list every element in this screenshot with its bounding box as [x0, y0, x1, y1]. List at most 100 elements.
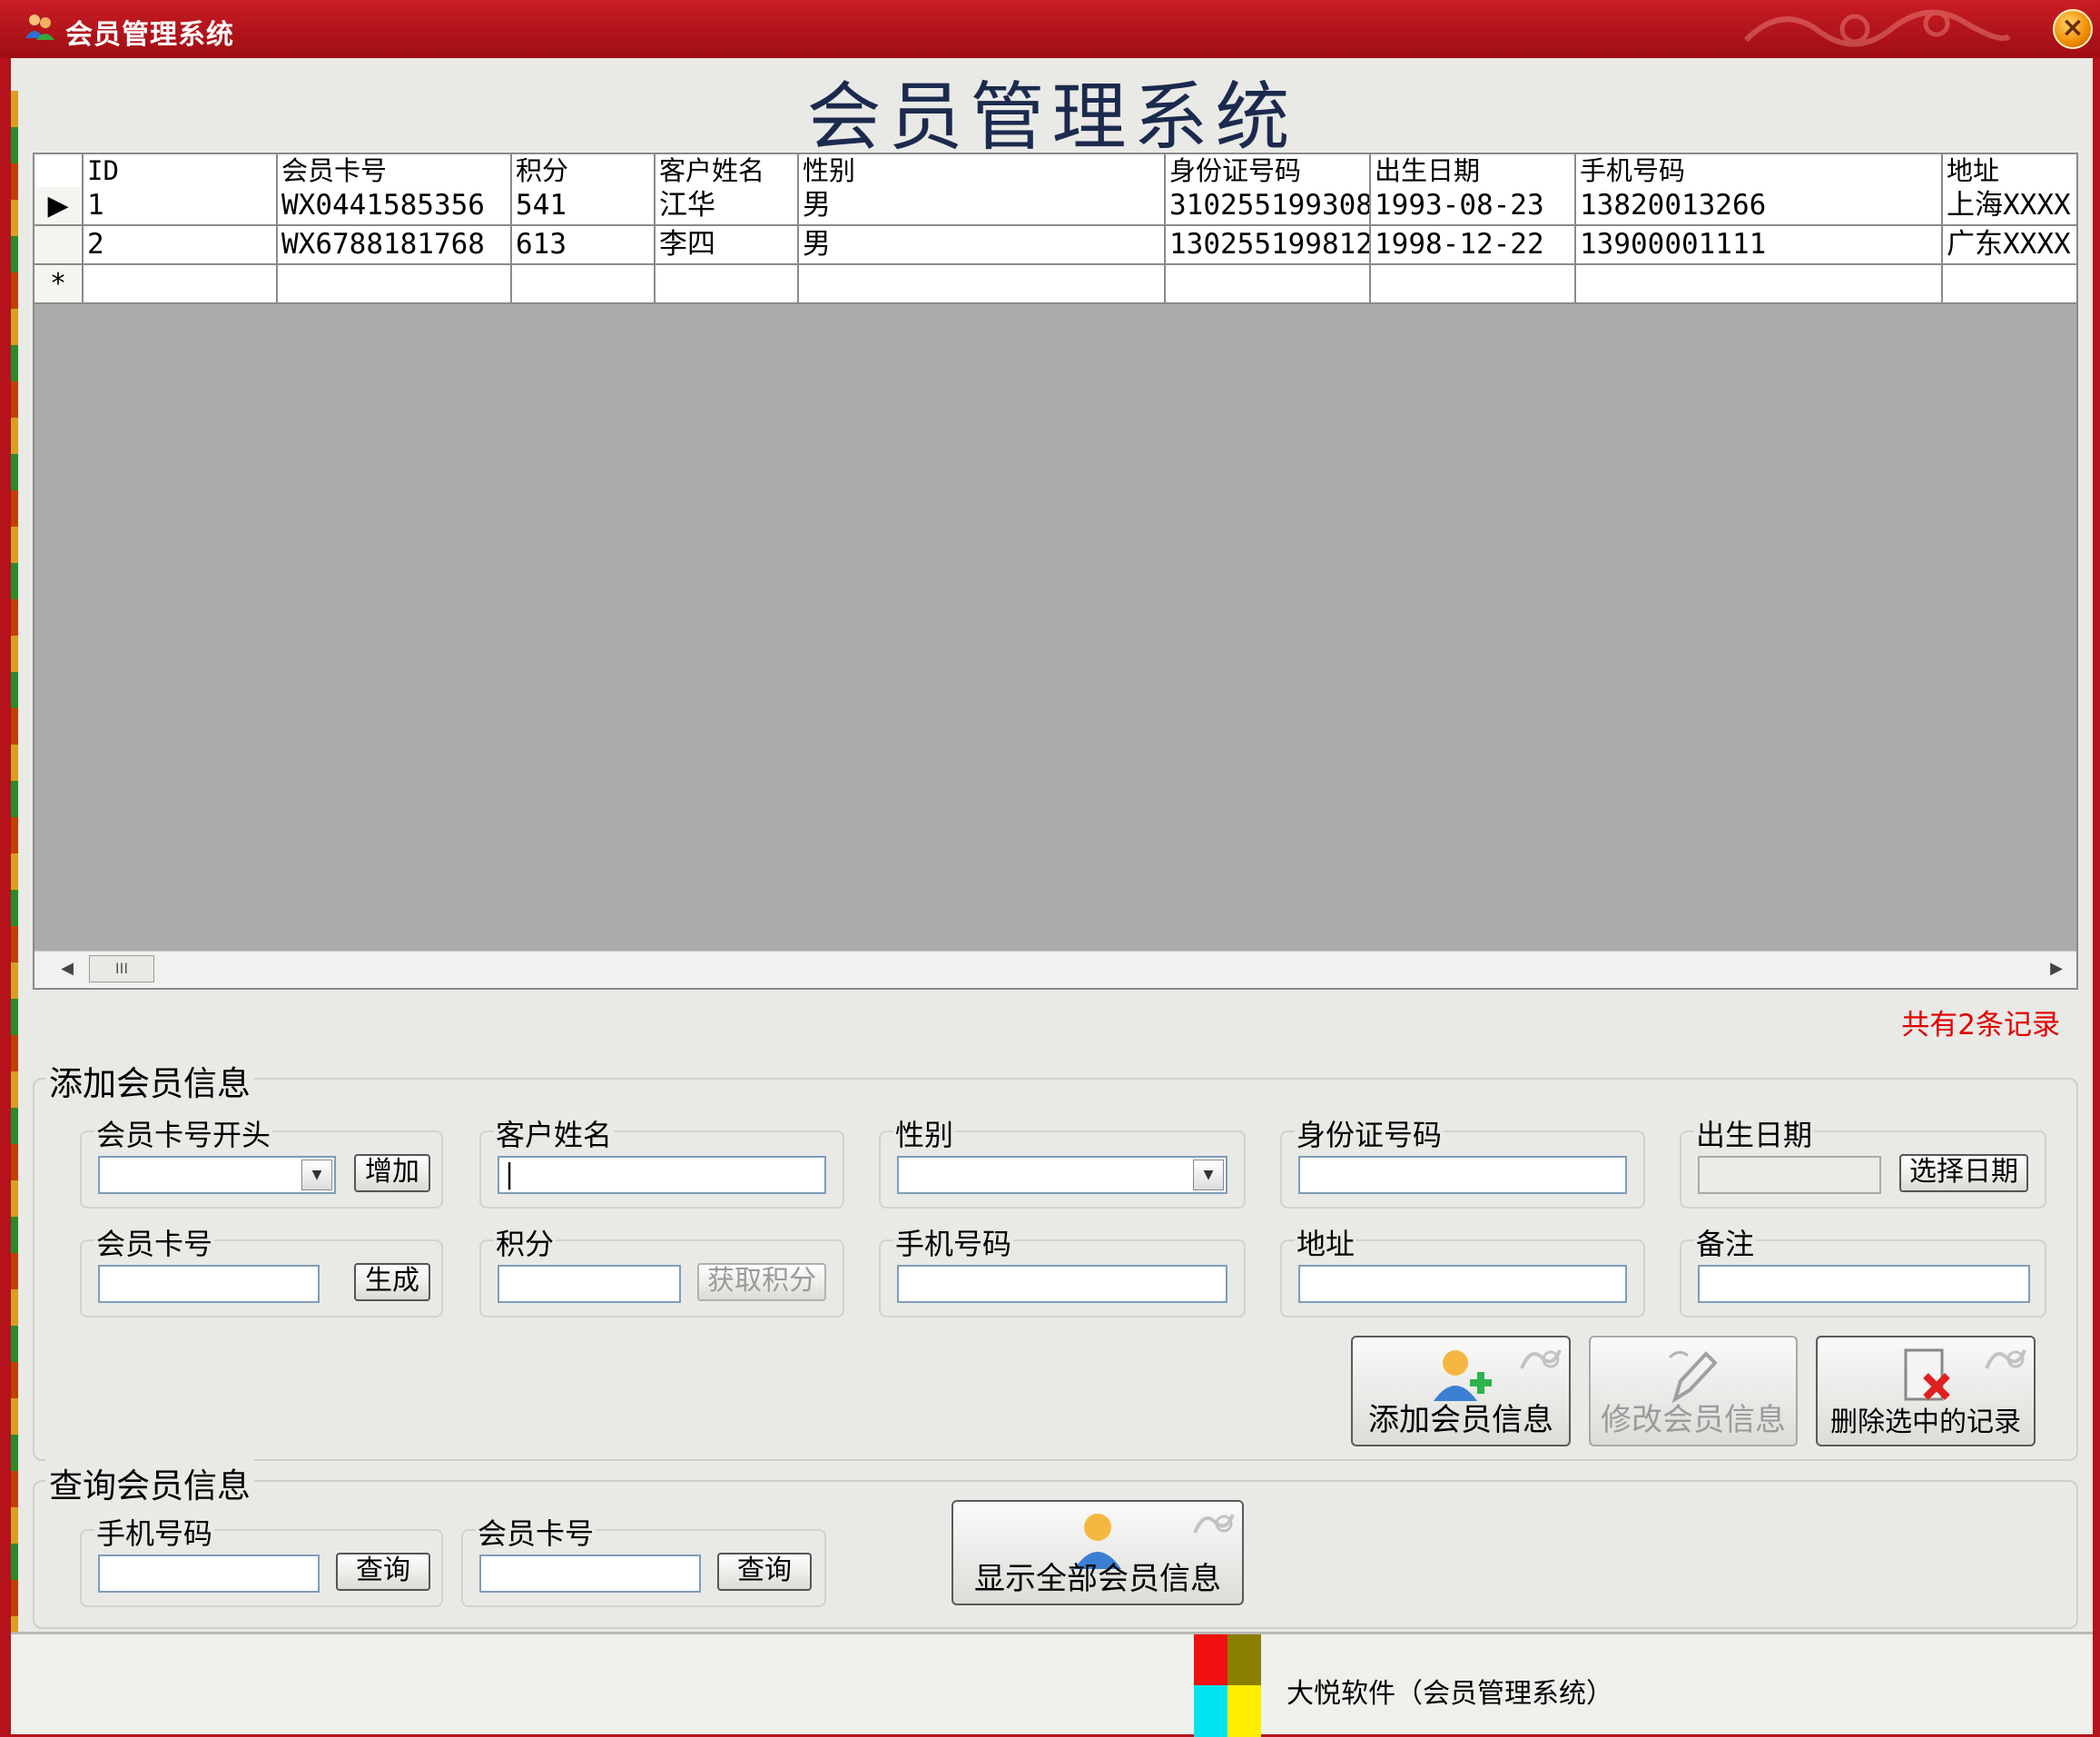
cell-phone[interactable]: [1576, 265, 1943, 302]
query-phone-button[interactable]: 查询: [336, 1553, 430, 1591]
cell-points[interactable]: [512, 265, 656, 302]
column-header-gender[interactable]: 性别: [799, 154, 1166, 187]
address-fieldbox: 地址: [1280, 1221, 1645, 1318]
scroll-right-icon[interactable]: ▶: [2042, 955, 2071, 982]
add-member-group: 添加会员信息 会员卡号开头 ▼ 增加 客户姓名 | 性别 ▼ 身份证号码 出生日…: [33, 1056, 2078, 1461]
column-header-id[interactable]: ID: [84, 154, 278, 187]
remark-input[interactable]: [1698, 1265, 2030, 1303]
window-edge-decoration: [11, 91, 18, 1725]
cell-customer-name[interactable]: [656, 265, 799, 302]
cell-id-number[interactable]: 13025519981222: [1166, 226, 1371, 263]
cell-birth-date[interactable]: 1998-12-22: [1371, 226, 1576, 263]
cell-id[interactable]: [84, 265, 278, 302]
member-data-grid[interactable]: ID 会员卡号 积分 客户姓名 性别 身份证号码 出生日期 手机号码 地址 ▶ …: [33, 153, 2078, 990]
birth-date-label: 出生日期: [1694, 1112, 1815, 1154]
cell-card-number[interactable]: WX0441585356: [278, 187, 512, 224]
birth-date-input: [1698, 1156, 1881, 1194]
query-card-button[interactable]: 查询: [717, 1553, 812, 1591]
cell-birth-date[interactable]: [1371, 265, 1576, 302]
cell-id[interactable]: 2: [84, 226, 278, 263]
title-bar[interactable]: 会员管理系统 ×: [0, 0, 2100, 58]
cell-phone[interactable]: 13820013266: [1576, 187, 1943, 224]
column-header-points[interactable]: 积分: [512, 154, 656, 187]
column-header-id-number[interactable]: 身份证号码: [1166, 154, 1371, 187]
phone-label: 手机号码: [893, 1221, 1014, 1263]
cell-points[interactable]: 613: [512, 226, 656, 263]
customer-name-label: 客户姓名: [494, 1112, 615, 1154]
cell-card-number[interactable]: WX6788181768: [278, 226, 512, 263]
card-number-fieldbox: 会员卡号 生成: [80, 1221, 443, 1318]
points-label: 积分: [494, 1221, 557, 1263]
customer-name-fieldbox: 客户姓名 |: [479, 1112, 844, 1209]
cell-gender[interactable]: [799, 265, 1166, 302]
cell-gender[interactable]: 男: [799, 187, 1166, 224]
gender-label: 性别: [893, 1112, 956, 1154]
card-prefix-select[interactable]: ▼: [98, 1156, 336, 1194]
address-label: 地址: [1295, 1221, 1357, 1263]
new-row[interactable]: *: [35, 265, 2076, 304]
delete-selected-button[interactable]: 删除选中的记录: [1816, 1336, 2036, 1446]
swirl-decoration-icon: [1193, 1514, 1235, 1534]
edit-member-button-label: 修改会员信息: [1601, 1402, 1786, 1438]
cell-address[interactable]: 广东XXXX: [1943, 226, 2076, 263]
card-number-label: 会员卡号: [94, 1221, 215, 1263]
column-header-address[interactable]: 地址: [1943, 154, 2076, 187]
remark-label: 备注: [1694, 1221, 1757, 1263]
cell-id-number[interactable]: [1166, 265, 1371, 302]
show-all-members-button[interactable]: 显示全部会员信息: [951, 1500, 1244, 1605]
query-card-label: 会员卡号: [476, 1511, 596, 1553]
column-header-birth-date[interactable]: 出生日期: [1371, 154, 1576, 187]
query-phone-input[interactable]: [98, 1554, 320, 1593]
query-phone-fieldbox: 手机号码 查询: [80, 1511, 443, 1607]
id-number-label: 身份证号码: [1295, 1112, 1444, 1154]
cell-id-number[interactable]: 31025519930823: [1166, 187, 1371, 224]
swirl-decoration-icon: [1520, 1349, 1562, 1369]
scroll-thumb[interactable]: III: [89, 955, 154, 982]
phone-input[interactable]: [897, 1265, 1227, 1303]
id-number-input[interactable]: [1298, 1156, 1627, 1194]
scroll-left-icon[interactable]: ◀: [53, 955, 82, 982]
cell-birth-date[interactable]: 1993-08-23: [1371, 187, 1576, 224]
cell-card-number[interactable]: [278, 265, 512, 302]
table-row[interactable]: ▶ 1 WX0441585356 541 江华 男 31025519930823…: [35, 187, 2076, 226]
cell-address[interactable]: [1943, 265, 2076, 302]
id-number-fieldbox: 身份证号码: [1280, 1112, 1645, 1209]
points-input[interactable]: [498, 1265, 681, 1303]
column-header-card-number[interactable]: 会员卡号: [278, 154, 512, 187]
cell-phone[interactable]: 13900001111: [1576, 226, 1943, 263]
add-prefix-button[interactable]: 增加: [354, 1154, 430, 1192]
address-input[interactable]: [1298, 1265, 1627, 1303]
card-prefix-label: 会员卡号开头: [94, 1112, 273, 1154]
chevron-down-icon[interactable]: ▼: [1193, 1160, 1224, 1190]
cell-customer-name[interactable]: 李四: [656, 226, 799, 263]
phone-fieldbox: 手机号码: [879, 1221, 1246, 1318]
table-row[interactable]: 2 WX6788181768 613 李四 男 13025519981222 1…: [35, 226, 2076, 265]
choose-date-button[interactable]: 选择日期: [1899, 1154, 2028, 1192]
row-selected-indicator[interactable]: ▶: [35, 187, 84, 224]
show-all-members-button-label: 显示全部会员信息: [974, 1561, 1221, 1597]
gender-fieldbox: 性别 ▼: [879, 1112, 1246, 1209]
add-member-button-label: 添加会员信息: [1368, 1402, 1553, 1438]
new-row-indicator[interactable]: *: [35, 265, 84, 302]
chevron-down-icon[interactable]: ▼: [301, 1160, 332, 1190]
horizontal-scrollbar[interactable]: ◀ III ▶: [35, 951, 2076, 988]
status-text: 大悦软件（会员管理系统）: [1287, 1678, 1613, 1710]
card-number-input[interactable]: [98, 1265, 320, 1303]
cell-customer-name[interactable]: 江华: [656, 187, 799, 224]
cell-id[interactable]: 1: [84, 187, 278, 224]
query-card-fieldbox: 会员卡号 查询: [461, 1511, 826, 1607]
query-card-input[interactable]: [479, 1554, 701, 1593]
generate-card-button[interactable]: 生成: [354, 1263, 430, 1301]
page-title: 会员管理系统: [806, 74, 1297, 161]
column-header-customer-name[interactable]: 客户姓名: [656, 154, 799, 187]
cell-gender[interactable]: 男: [799, 226, 1166, 263]
cell-points[interactable]: 541: [512, 187, 656, 224]
add-member-button[interactable]: 添加会员信息: [1351, 1336, 1571, 1446]
close-icon[interactable]: ×: [2053, 9, 2093, 49]
column-header-phone[interactable]: 手机号码: [1576, 154, 1943, 187]
row-indicator[interactable]: [35, 226, 84, 263]
customer-name-input[interactable]: |: [498, 1156, 826, 1194]
window-title: 会员管理系统: [65, 19, 234, 51]
gender-select[interactable]: ▼: [897, 1156, 1227, 1194]
cell-address[interactable]: 上海XXXX: [1943, 187, 2076, 224]
